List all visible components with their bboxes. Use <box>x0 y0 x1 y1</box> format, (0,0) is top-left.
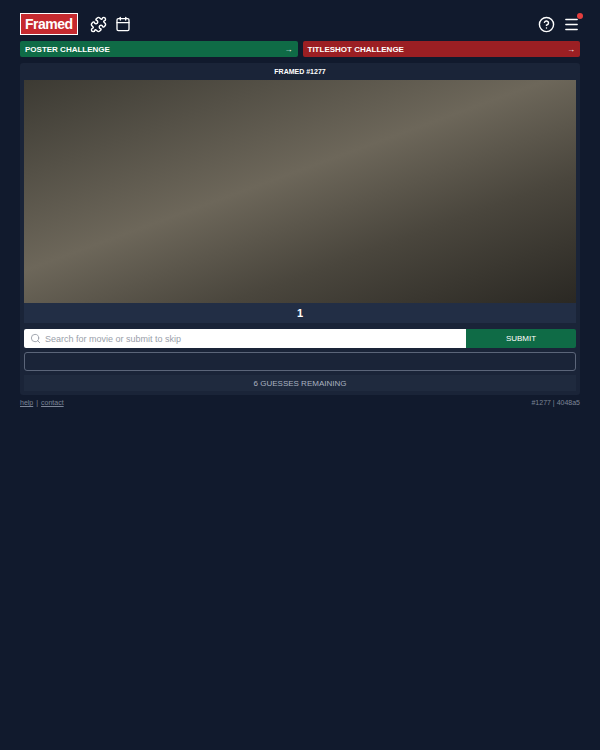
guess-list <box>24 352 576 371</box>
logo[interactable]: Framed <box>20 13 78 35</box>
footer-link[interactable]: contact <box>41 399 64 406</box>
help-icon[interactable] <box>538 16 555 33</box>
search-input[interactable] <box>45 334 460 344</box>
puzzle-icon[interactable] <box>90 16 107 33</box>
frame-nav: 1 <box>24 303 576 323</box>
header-left: Framed <box>20 13 131 35</box>
calendar-icon[interactable] <box>115 16 131 32</box>
footer-separator: | <box>36 399 38 406</box>
header-right <box>538 16 580 33</box>
menu-button[interactable] <box>563 16 580 33</box>
submit-button[interactable]: SUBMIT <box>466 329 576 348</box>
challenge-button[interactable]: TITLESHOT CHALLENGE→ <box>303 41 581 57</box>
footer-links: help|contact <box>20 399 64 406</box>
frame-button[interactable]: 1 <box>291 307 309 319</box>
puzzle-button[interactable] <box>90 16 107 33</box>
search-row: SUBMIT <box>24 329 576 348</box>
calendar-button[interactable] <box>115 16 131 32</box>
movie-frame <box>24 80 576 303</box>
footer-link[interactable]: help <box>20 399 33 406</box>
page: Framed POSTER CHALLENGE→ TITLESHOT CHALLEN… <box>0 0 600 750</box>
game-card: FRAMED #1277 1 SUBMIT 6 GUESSES REMAINING <box>20 63 580 395</box>
challenge-row: POSTER CHALLENGE→ TITLESHOT CHALLENGE→ <box>20 41 580 57</box>
search-field <box>24 329 466 348</box>
footer: help|contact #1277 | 4048a5 <box>20 399 580 406</box>
footer-info: #1277 | 4048a5 <box>531 399 580 406</box>
card-title: FRAMED #1277 <box>24 63 576 80</box>
challenge-button[interactable]: POSTER CHALLENGE→ <box>20 41 298 57</box>
guesses-remaining: 6 GUESSES REMAINING <box>24 375 576 391</box>
help-button[interactable] <box>538 16 555 33</box>
search-icon <box>30 333 41 344</box>
notification-badge <box>577 13 583 19</box>
header: Framed <box>20 14 580 34</box>
